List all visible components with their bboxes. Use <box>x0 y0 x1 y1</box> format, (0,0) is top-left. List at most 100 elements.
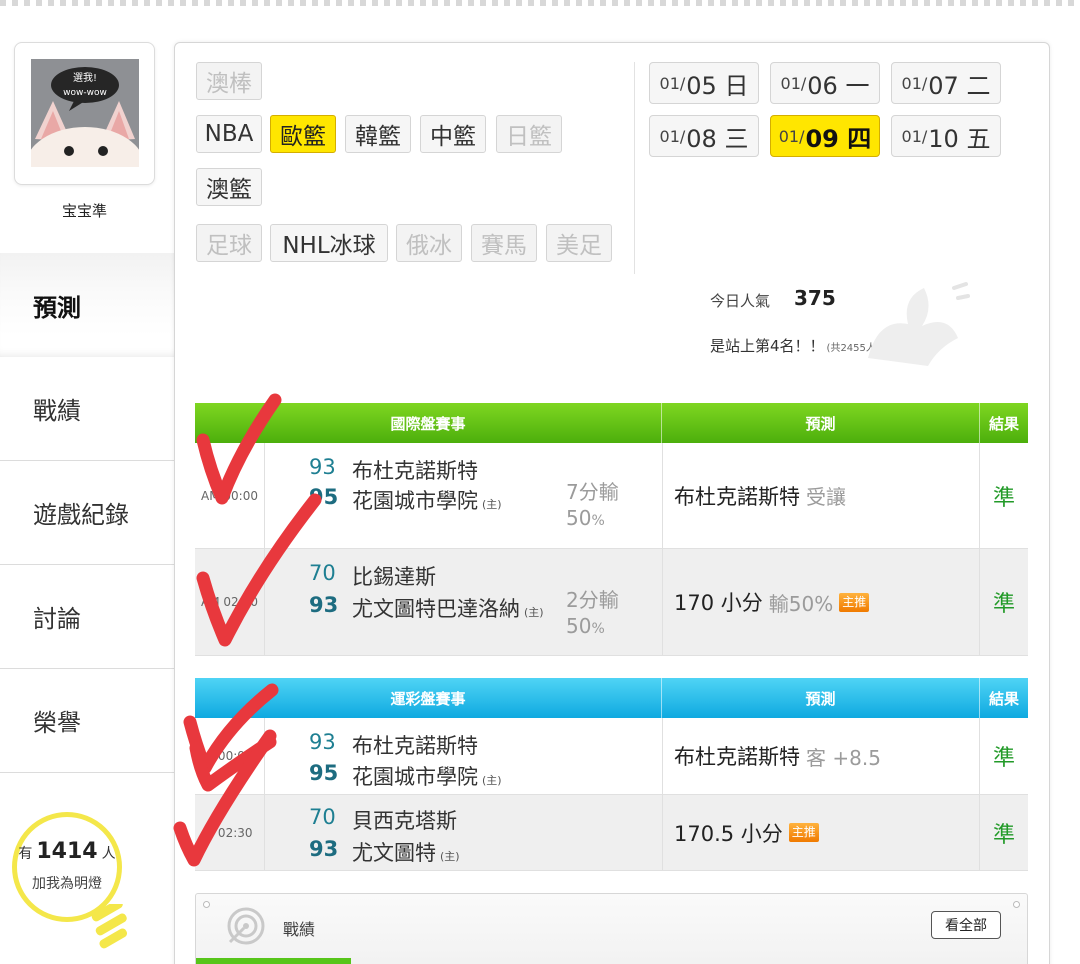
divider <box>634 62 635 274</box>
date-tab[interactable]: 01/06 一 <box>770 62 880 104</box>
col-header-prediction: 預測 <box>662 403 980 443</box>
prediction-text: 170.5 小分 <box>674 821 783 846</box>
home-marker: (主) <box>482 498 502 511</box>
table-row[interactable]: 1 02:30 70 貝西克塔斯 93 尤文圖特 (主) 170.5 小分 主推準 <box>195 795 1028 871</box>
date-day: 08 三 <box>686 124 749 153</box>
prediction-text: 170 小分 <box>674 591 763 615</box>
away-team: 比錫達斯 <box>352 565 436 589</box>
nav-item-record[interactable]: 戰績 <box>0 357 174 461</box>
sport-tab[interactable]: 中籃 <box>420 115 486 153</box>
fans-suffix: 人 <box>101 846 116 862</box>
date-tab[interactable]: 01/10 五 <box>891 115 1001 157</box>
home-team: 花園城市學院 (主) <box>352 761 502 791</box>
sport-tab[interactable]: 足球 <box>196 224 262 262</box>
spread-info: 7分輸 50% <box>566 479 619 534</box>
fans-count-line: 有 1414 人 <box>17 839 117 864</box>
percent-sign: % <box>591 513 605 529</box>
match-time: AM 00:00 <box>195 443 265 548</box>
sport-tab[interactable]: 韓籃 <box>345 115 411 153</box>
sport-tab[interactable]: NBA <box>196 115 262 153</box>
match-time: 1 02:30 <box>195 795 265 870</box>
percent-sign: % <box>591 621 605 637</box>
prediction-text: 布杜克諾斯特 <box>674 484 800 509</box>
result-badge: 準 <box>992 822 1015 848</box>
home-team: 尤文圖特 (主) <box>352 837 460 867</box>
popularity-value: 375 <box>794 286 836 310</box>
rank-label: 是站上第4名！！ <box>710 337 825 355</box>
prediction-text: 布杜克諾斯特 <box>674 745 800 769</box>
date-month: 01/ <box>778 126 805 146</box>
date-month: 01/ <box>901 73 928 93</box>
date-tab[interactable]: 01/05 日 <box>649 62 759 104</box>
avatar-text-1: 選我! <box>73 71 97 84</box>
nav-item-predict[interactable]: 預測 <box>0 253 174 357</box>
date-tab[interactable]: 01/08 三 <box>649 115 759 157</box>
home-score: 93 <box>309 837 339 861</box>
sport-tab[interactable]: 歐籃 <box>270 115 336 153</box>
table-row[interactable]: AM 00:00 93 布杜克諾斯特 95 花園城市學院 (主) 7分輸 50% 布杜克諾斯特受… <box>195 443 1028 549</box>
sport-tab[interactable]: NHL冰球 <box>270 224 388 262</box>
spread-line: 2分輸 <box>566 588 619 612</box>
home-team-name: 花園城市學院 <box>352 765 478 789</box>
date-day: 06 一 <box>807 71 870 100</box>
record-section: 戰績 看全部 <box>195 893 1028 964</box>
sport-tab[interactable]: 美足 <box>546 224 612 262</box>
nav-item-game-log[interactable]: 遊戲紀錄 <box>0 461 174 565</box>
spread-percent: 50% <box>566 505 619 534</box>
date-month: 01/ <box>780 73 807 93</box>
popularity-label: 今日人氣 <box>710 292 771 310</box>
profile-name: 宝宝準 <box>61 202 107 220</box>
away-score: 93 <box>309 730 336 754</box>
date-month: 01/ <box>659 73 686 93</box>
spread-percent: 50% <box>566 613 619 642</box>
col-header-match: 國際盤賽事 <box>195 403 662 443</box>
home-team: 尤文圖特巴達洛納 (主) <box>352 593 544 623</box>
nav-item-honor[interactable]: 榮譽 <box>0 669 174 773</box>
top-dashed-border <box>0 0 1080 6</box>
home-team-name: 花園城市學院 <box>352 489 478 513</box>
away-team: 貝西克塔斯 <box>352 809 457 833</box>
spread-value: 50 <box>566 506 592 530</box>
sport-tab[interactable]: 賽馬 <box>471 224 537 262</box>
table-row[interactable]: 3 00:00 93 布杜克諾斯特 95 花園城市學院 (主) 布杜克諾斯特客 +8.5 準 <box>195 718 1028 795</box>
prediction-detail: 受讓 <box>806 485 846 509</box>
home-marker: (主) <box>440 850 460 863</box>
spread-value: 50 <box>566 614 592 638</box>
avatar: 選我! wow-wow <box>31 59 139 167</box>
spread-line: 7分輸 <box>566 480 619 504</box>
result-badge: 準 <box>992 746 1015 771</box>
record-title: 戰績 <box>283 920 316 939</box>
avatar-text-2: wow-wow <box>63 88 107 98</box>
featured-badge: 主推 <box>839 592 870 612</box>
sport-tab[interactable]: 澳籃 <box>196 168 262 206</box>
match-time: AM 02:30 <box>195 549 265 655</box>
fans-prefix: 有 <box>18 846 33 862</box>
table-row[interactable]: AM 02:30 70 比錫達斯 93 尤文圖特巴達洛納 (主) 2分輸 50% 170 小分輸… <box>195 549 1028 656</box>
prediction-cell: 布杜克諾斯特客 +8.5 <box>662 718 980 794</box>
prediction-detail: 客 +8.5 <box>806 745 881 770</box>
intl-table-header: 國際盤賽事 預測 結果 <box>195 403 1028 443</box>
away-score: 70 <box>309 561 336 585</box>
sport-tab[interactable]: 俄冰 <box>396 224 462 262</box>
date-tab[interactable]: 01/09 四 <box>770 115 880 157</box>
prediction-cell: 170.5 小分 主推 <box>662 795 980 870</box>
result-badge: 準 <box>992 592 1015 617</box>
sport-tab[interactable]: 日籃 <box>496 115 562 153</box>
decorative-mascot-icon <box>868 282 970 366</box>
avatar-card[interactable]: 選我! wow-wow <box>14 42 155 185</box>
date-day: 10 五 <box>928 124 991 153</box>
away-team: 布杜克諾斯特 <box>352 459 478 483</box>
home-team: 花園城市學院 (主) <box>352 485 502 515</box>
fans-count: 1414 <box>36 839 98 864</box>
prediction-detail: 輸50% <box>768 591 834 616</box>
col-header-match: 運彩盤賽事 <box>195 678 662 718</box>
view-all-button[interactable]: 看全部 <box>931 911 1001 939</box>
date-tab[interactable]: 01/07 二 <box>891 62 1001 104</box>
nav-item-discussion[interactable]: 討論 <box>0 565 174 669</box>
lottery-table-header: 運彩盤賽事 預測 結果 <box>195 678 1028 718</box>
date-day: 05 日 <box>686 71 749 100</box>
match-time: 3 00:00 <box>195 718 265 794</box>
result-badge: 準 <box>992 485 1015 511</box>
target-icon <box>227 907 265 945</box>
sport-tab[interactable]: 澳棒 <box>196 62 262 100</box>
